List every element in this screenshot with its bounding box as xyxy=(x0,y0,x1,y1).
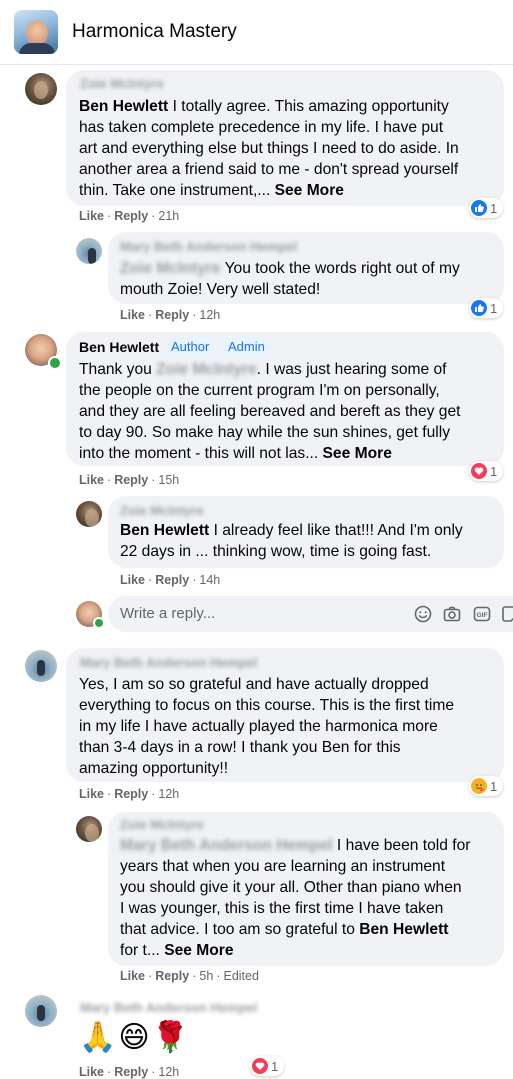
reaction-count[interactable]: 1 xyxy=(469,198,504,218)
avatar[interactable] xyxy=(76,238,102,264)
mention-link[interactable]: Zoie McIntyre xyxy=(156,361,257,378)
emoji-icon[interactable] xyxy=(413,604,433,624)
like-button[interactable]: Like xyxy=(120,969,145,983)
like-reaction-icon xyxy=(471,300,487,316)
mention-link[interactable]: Zoie McIntyre xyxy=(120,260,221,277)
reply-button[interactable]: Reply xyxy=(114,787,148,801)
edited-label[interactable]: Edited xyxy=(223,969,258,983)
care-reaction-icon xyxy=(471,778,487,794)
comment-author[interactable]: Zoie McIntyre xyxy=(120,817,204,832)
reply-input[interactable]: Write a reply... GIF xyxy=(108,596,513,632)
online-status-dot xyxy=(48,356,62,370)
comment-text: Ben Hewlett I already feel like that!!! … xyxy=(120,522,463,560)
reaction-count[interactable]: 1 xyxy=(250,1056,285,1076)
mention-link[interactable]: Mary Beth Anderson Hempel xyxy=(120,837,333,854)
sticker-icon[interactable] xyxy=(500,604,513,624)
comment-meta: Like · Reply · 14h xyxy=(120,573,221,587)
timestamp[interactable]: 12h xyxy=(199,308,220,322)
timestamp[interactable]: 5h xyxy=(199,969,213,983)
comment-author[interactable]: Zoie McIntyre xyxy=(80,76,164,91)
emoji-comment: 🙏😄🌹 xyxy=(79,1021,191,1054)
avatar[interactable] xyxy=(76,816,102,842)
love-reaction-icon xyxy=(252,1058,268,1074)
comment-author[interactable]: Mary Beth Anderson Hempel xyxy=(120,239,297,254)
like-button[interactable]: Like xyxy=(79,473,104,487)
mention-link[interactable]: Ben Hewlett xyxy=(79,98,168,115)
like-reaction-icon xyxy=(471,200,487,216)
like-button[interactable]: Like xyxy=(120,573,145,587)
avatar[interactable] xyxy=(25,73,57,105)
comment-author[interactable]: Ben Hewlett xyxy=(79,339,159,355)
comment-meta: Like · Reply · 21h xyxy=(79,209,180,223)
like-button[interactable]: Like xyxy=(120,308,145,322)
comment-text: Zoie McIntyre You took the words right o… xyxy=(120,260,460,298)
author-badge: Author xyxy=(166,337,215,357)
see-more-link[interactable]: See More xyxy=(164,942,233,959)
comment-author[interactable]: Mary Beth Anderson Hempel xyxy=(80,1000,257,1015)
love-reaction-icon xyxy=(471,463,487,479)
admin-badge: Admin xyxy=(223,337,270,357)
timestamp[interactable]: 21h xyxy=(158,209,179,223)
reply-button[interactable]: Reply xyxy=(114,1065,148,1079)
reply-button[interactable]: Reply xyxy=(155,308,189,322)
avatar[interactable] xyxy=(25,995,57,1027)
avatar[interactable] xyxy=(76,501,102,527)
reaction-count[interactable]: 1 xyxy=(469,461,504,481)
reply-button[interactable]: Reply xyxy=(114,209,148,223)
timestamp[interactable]: 15h xyxy=(158,473,179,487)
comment-text: Yes, I am so so grateful and have actual… xyxy=(79,676,454,777)
comment-author[interactable]: Mary Beth Anderson Hempel xyxy=(80,655,257,670)
svg-text:GIF: GIF xyxy=(477,612,488,619)
mention-link[interactable]: Ben Hewlett xyxy=(120,522,209,539)
online-status-dot xyxy=(93,617,105,629)
reply-button[interactable]: Reply xyxy=(155,969,189,983)
like-button[interactable]: Like xyxy=(79,209,104,223)
reply-button[interactable]: Reply xyxy=(155,573,189,587)
comment-text: Ben Hewlett I totally agree. This amazin… xyxy=(79,98,459,199)
comment-meta: Like · Reply · 12h xyxy=(79,787,180,801)
reply-placeholder: Write a reply... xyxy=(120,605,216,622)
timestamp[interactable]: 12h xyxy=(158,1065,179,1079)
group-title[interactable]: Harmonica Mastery xyxy=(72,21,237,43)
timestamp[interactable]: 12h xyxy=(158,787,179,801)
see-more-link[interactable]: See More xyxy=(323,445,392,462)
group-avatar-shirt xyxy=(19,43,55,54)
group-header: Harmonica Mastery xyxy=(0,0,513,65)
mention-link[interactable]: Ben Hewlett xyxy=(359,921,448,938)
comment-text: Thank you Zoie McIntyre. I was just hear… xyxy=(79,361,461,462)
comment-meta: Like · Reply · 12h xyxy=(79,1065,180,1079)
reaction-count[interactable]: 1 xyxy=(469,776,504,796)
comment-meta: Like · Reply · 15h xyxy=(79,473,180,487)
see-more-link[interactable]: See More xyxy=(275,182,344,199)
avatar[interactable] xyxy=(25,650,57,682)
comment-text: Mary Beth Anderson Hempel I have been to… xyxy=(120,837,471,959)
reply-button[interactable]: Reply xyxy=(114,473,148,487)
comment-meta: Like · Reply · 5h · Edited xyxy=(120,969,259,983)
camera-icon[interactable] xyxy=(442,604,462,624)
reaction-count[interactable]: 1 xyxy=(469,298,504,318)
gif-icon[interactable]: GIF xyxy=(472,604,492,624)
comment-meta: Like · Reply · 12h xyxy=(120,308,221,322)
timestamp[interactable]: 14h xyxy=(199,573,220,587)
comment-author[interactable]: Zoie McIntyre xyxy=(120,503,204,518)
group-avatar[interactable] xyxy=(14,10,58,54)
like-button[interactable]: Like xyxy=(79,787,104,801)
like-button[interactable]: Like xyxy=(79,1065,104,1079)
